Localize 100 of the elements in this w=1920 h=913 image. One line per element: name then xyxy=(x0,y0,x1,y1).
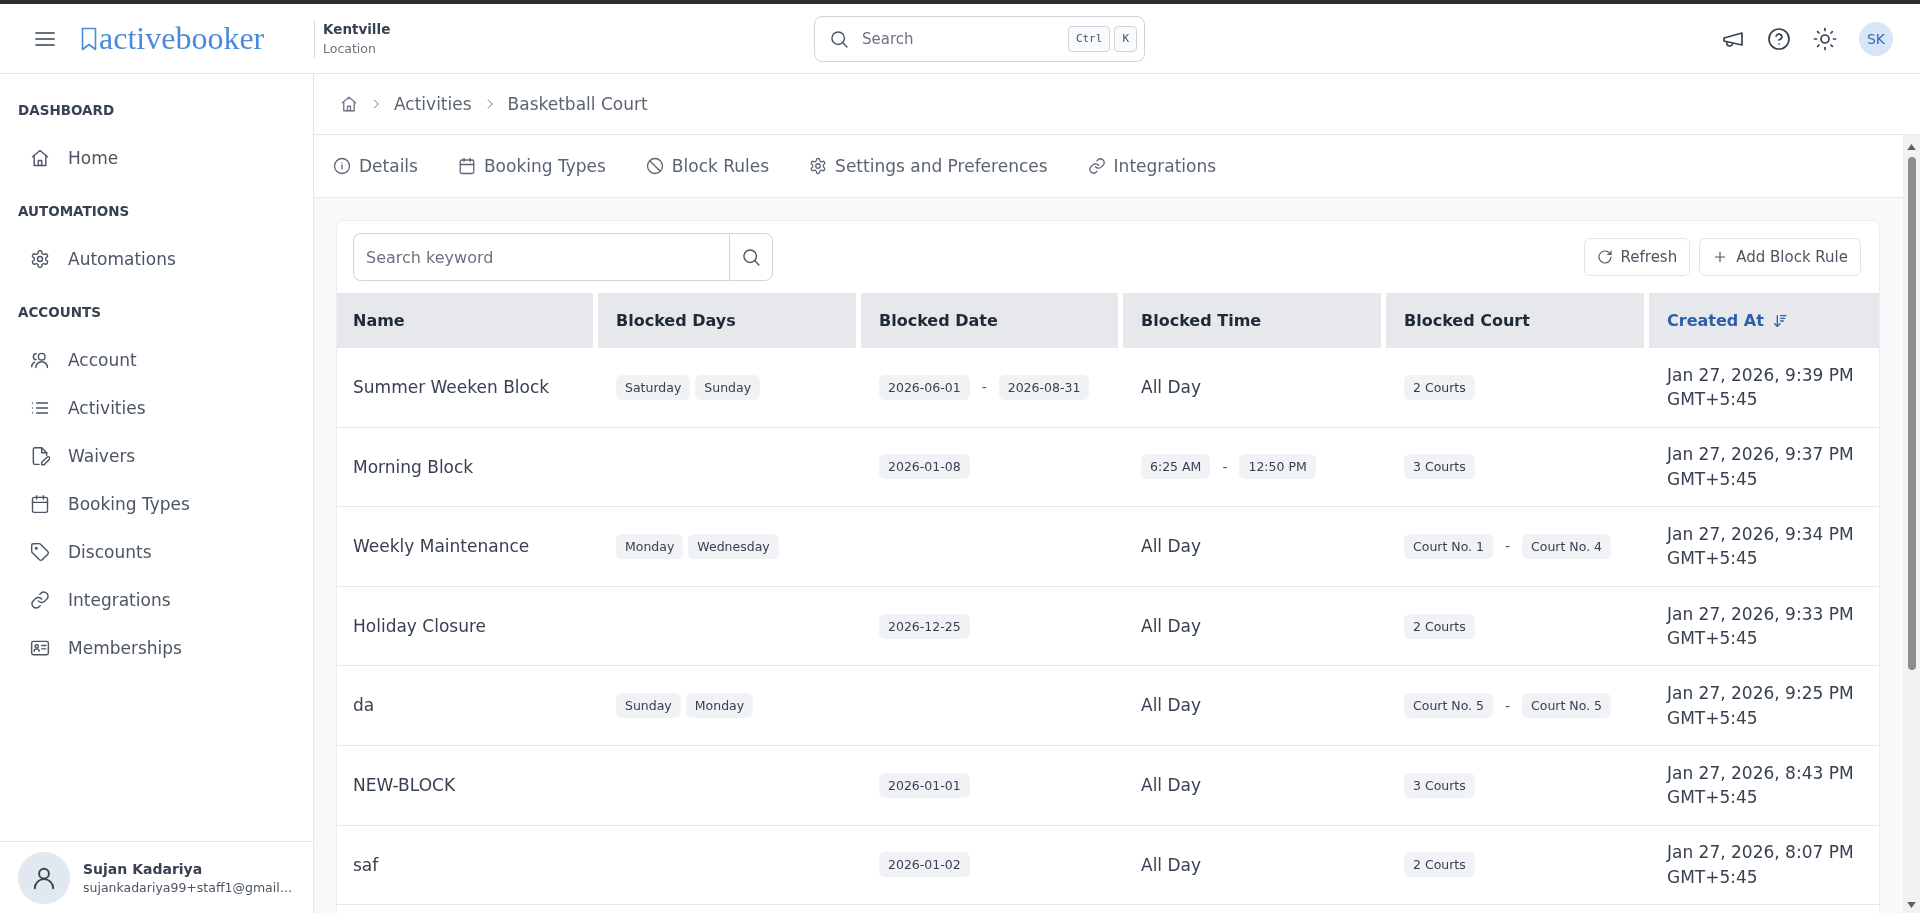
table-cell-text: All Day xyxy=(1141,376,1202,400)
refresh-button[interactable]: Refresh xyxy=(1583,238,1691,276)
info-icon xyxy=(333,157,351,175)
id-card-icon xyxy=(30,638,50,658)
table-cell-text: da xyxy=(353,694,375,718)
home-icon xyxy=(30,148,50,168)
link-icon xyxy=(30,590,50,610)
section-heading: AUTOMATIONS xyxy=(18,202,130,221)
tab[interactable]: Booking Types xyxy=(457,135,606,197)
table-cell-text: Jan 27, 2026, 8:43 PM GMT+5:45 xyxy=(1667,761,1854,810)
sidebar-item[interactable]: Account xyxy=(0,336,301,384)
scrollbar[interactable] xyxy=(1903,135,1920,913)
tag-icon xyxy=(30,542,50,562)
prohibited-icon xyxy=(645,157,664,175)
time-tag: 6:25 AM xyxy=(1141,454,1211,480)
calendar-icon xyxy=(457,157,476,175)
breadcrumb-link[interactable]: Activities xyxy=(394,94,472,114)
search-button[interactable] xyxy=(729,233,773,281)
table-cell-text: Jan 27, 2026, 8:07 PM GMT+5:45 xyxy=(1667,841,1854,889)
section-heading: ACCOUNTS xyxy=(18,303,101,322)
calendar-icon xyxy=(30,494,50,514)
court-tag: Court No. 5 xyxy=(1522,693,1612,719)
table-cell-text: Holiday Closure xyxy=(353,614,486,638)
add-button[interactable]: Add Block Rule xyxy=(1699,238,1861,276)
refresh-icon xyxy=(1596,249,1613,265)
range-separator: - xyxy=(1222,458,1228,475)
day-tag: Monday xyxy=(616,534,684,559)
sidebar-item[interactable]: Automations xyxy=(0,235,301,283)
document-pencil-icon xyxy=(30,446,50,466)
table-cell-text: Weekly Maintenance xyxy=(353,535,530,559)
court-tag: 3 Courts xyxy=(1404,772,1475,798)
court-tag: 3 Courts xyxy=(1404,454,1475,480)
court-tag: 2 Courts xyxy=(1404,852,1475,878)
table-cell-text: Morning Block xyxy=(353,455,474,479)
search-field[interactable]: Search keyword xyxy=(353,233,729,281)
date-tag: 2026-12-25 xyxy=(879,613,970,639)
table-cell-text: All Day xyxy=(1141,694,1202,718)
search-icon xyxy=(741,247,761,267)
table-cell-text: All Day xyxy=(1141,853,1202,877)
time-tag: 12:50 PM xyxy=(1239,454,1316,480)
user-name: Sujan Kadariya xyxy=(83,860,203,877)
day-tag: Wednesday xyxy=(688,534,779,559)
date-tag: 2026-01-08 xyxy=(879,454,970,480)
location-label: Location xyxy=(323,39,377,58)
court-tag: Court No. 4 xyxy=(1522,534,1612,559)
location-name: Kentville xyxy=(323,19,391,38)
gear-icon xyxy=(809,157,828,175)
date-tag: 2026-06-01 xyxy=(879,374,970,400)
shortcut-key: K xyxy=(1114,25,1137,52)
search-icon xyxy=(829,28,849,49)
scrollbar-thumb[interactable] xyxy=(1907,157,1916,670)
gear-icon xyxy=(30,249,50,269)
link-icon xyxy=(1087,157,1106,175)
column-header[interactable]: Name xyxy=(337,293,593,348)
sidebar-item[interactable]: Waivers xyxy=(0,432,301,480)
date-tag: 2026-01-02 xyxy=(879,852,970,878)
bookmark-icon xyxy=(81,26,97,51)
user-email: sujankadariya99+staff1@gmail… xyxy=(83,879,293,895)
scroll-up-arrow-icon[interactable] xyxy=(1907,144,1916,150)
logo-wordmark: activebooker xyxy=(99,20,265,57)
day-tag: Saturday xyxy=(616,374,691,400)
users-icon xyxy=(30,350,50,370)
day-tag: Sunday xyxy=(616,693,681,719)
section-heading: DASHBOARD xyxy=(18,101,115,120)
home-icon[interactable] xyxy=(340,95,358,113)
user-avatar[interactable]: SK xyxy=(1859,21,1893,56)
sidebar-item[interactable]: Home xyxy=(0,134,301,182)
sidebar-item[interactable]: Memberships xyxy=(0,624,301,672)
court-tag: Court No. 1 xyxy=(1404,534,1493,559)
table-cell-text: Jan 27, 2026, 9:25 PM GMT+5:45 xyxy=(1667,682,1854,730)
court-tag: 2 Courts xyxy=(1404,613,1475,639)
day-tag: Sunday xyxy=(695,374,761,400)
table-cell-text: saf xyxy=(353,853,379,877)
breadcrumb-current: Basketball Court xyxy=(507,94,648,114)
tab[interactable]: Integrations xyxy=(1087,135,1217,197)
user-avatar-icon xyxy=(18,851,70,904)
day-tag: Monday xyxy=(685,693,754,719)
range-separator: - xyxy=(1505,697,1511,714)
date-tag: 2026-01-01 xyxy=(879,772,970,798)
scroll-down-arrow-icon[interactable] xyxy=(1907,902,1916,908)
sort-descending-icon xyxy=(1771,312,1788,329)
table-cell-text: NEW-BLOCK xyxy=(353,774,456,797)
sidebar-item[interactable]: Discounts xyxy=(0,528,301,576)
table-cell-text: Jan 27, 2026, 9:39 PM GMT+5:45 xyxy=(1667,363,1854,412)
table-cell-text: Jan 27, 2026, 9:33 PM GMT+5:45 xyxy=(1667,602,1854,651)
tab[interactable]: Settings and Preferences xyxy=(809,135,1048,197)
court-tag: 2 Courts xyxy=(1404,374,1475,400)
tab[interactable]: Details xyxy=(333,135,418,197)
table-cell-text: Summer Weeken Block xyxy=(353,376,550,400)
range-separator: - xyxy=(981,379,987,396)
range-separator: - xyxy=(1505,538,1511,555)
tab[interactable]: Block Rules xyxy=(645,135,770,197)
table-cell-text: Jan 27, 2026, 9:37 PM GMT+5:45 xyxy=(1667,443,1854,491)
sidebar-item[interactable]: Booking Types xyxy=(0,480,301,528)
sidebar-item[interactable]: Integrations xyxy=(0,576,301,624)
table-cell-text: All Day xyxy=(1141,535,1202,559)
sun-icon[interactable] xyxy=(1813,26,1837,51)
table-cell-text: All Day xyxy=(1141,614,1202,638)
help-icon[interactable] xyxy=(1767,26,1791,51)
sidebar-item[interactable]: Activities xyxy=(0,384,301,432)
